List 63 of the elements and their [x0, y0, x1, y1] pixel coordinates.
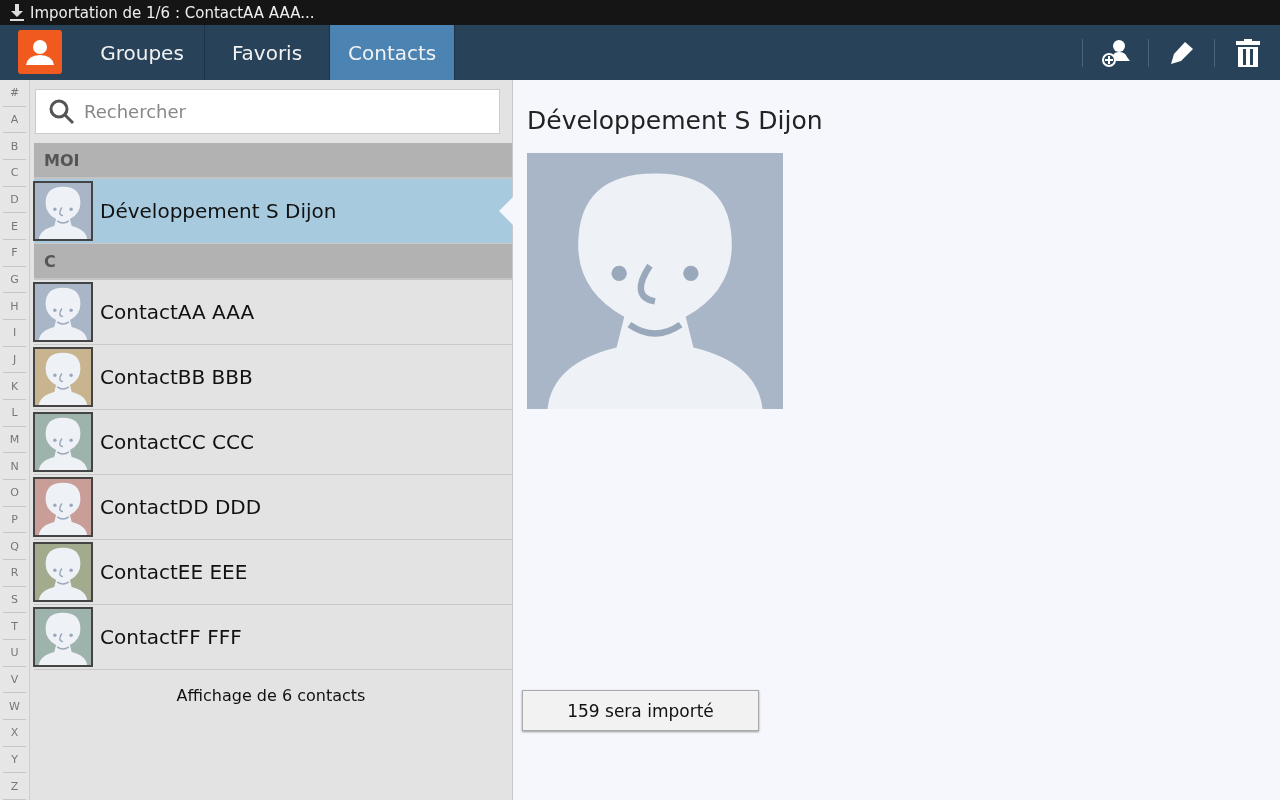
contact-name: ContactEE EEE [100, 560, 248, 584]
contact-title: Développement S Dijon [527, 106, 824, 135]
avatar-icon [34, 478, 92, 536]
contact-row[interactable]: ContactEE EEE [34, 540, 512, 605]
import-button[interactable]: 159 sera importé [522, 690, 759, 731]
index-letter[interactable]: I [3, 320, 26, 347]
contact-name: ContactCC CCC [100, 430, 254, 454]
avatar-icon [527, 153, 783, 409]
index-letter[interactable]: B [3, 133, 26, 160]
contact-row[interactable]: ContactDD DDD [34, 475, 512, 540]
index-letter[interactable]: E [3, 213, 26, 241]
index-letter[interactable]: L [3, 400, 26, 427]
avatar-icon [34, 348, 92, 406]
index-letter[interactable]: N [3, 453, 26, 481]
index-letter[interactable]: P [3, 506, 26, 534]
tab[interactable]: Contacts [330, 25, 455, 80]
contact-row[interactable]: ContactAA AAA [34, 280, 512, 345]
index-letter[interactable]: Y [3, 746, 26, 774]
contact-count: Affichage de 6 contacts [175, 685, 367, 705]
index-letter[interactable]: W [3, 693, 26, 721]
avatar-icon [34, 608, 92, 666]
index-letter[interactable]: K [3, 373, 26, 401]
index-letter[interactable]: O [3, 480, 26, 507]
index-letter[interactable]: S [3, 586, 26, 614]
index-letter[interactable]: Q [3, 533, 26, 561]
contact-name: ContactFF FFF [100, 625, 242, 649]
index-letter[interactable]: G [3, 266, 26, 294]
search-field[interactable]: Rechercher [35, 89, 500, 134]
index-letter[interactable]: U [3, 640, 26, 667]
index-letter[interactable]: # [3, 80, 26, 107]
index-letter[interactable]: D [3, 186, 26, 214]
section-header: C [34, 244, 512, 280]
contact-name: ContactAA AAA [100, 300, 255, 324]
contact-row[interactable]: ContactBB BBB [34, 345, 512, 410]
index-letter[interactable]: J [3, 346, 26, 374]
index-letter[interactable]: X [3, 720, 26, 747]
index-letter[interactable]: M [3, 426, 26, 454]
add-person-icon [1100, 38, 1131, 67]
trash-icon [1235, 38, 1260, 67]
index-letter[interactable]: R [3, 560, 26, 587]
index-letter[interactable]: T [3, 613, 26, 641]
avatar-icon [34, 543, 92, 601]
contact-name: Développement S Dijon [100, 199, 337, 223]
section-header: MOI [34, 143, 512, 179]
avatar-icon [34, 413, 92, 471]
pencil-icon [1168, 39, 1195, 66]
index-letter[interactable]: C [3, 160, 26, 187]
index-letter[interactable]: Z [3, 773, 26, 800]
notification-text: Importation de 1/6 : ContactAA AAA... [30, 3, 315, 22]
contact-row[interactable]: ContactCC CCC [34, 410, 512, 475]
contact-name: ContactDD DDD [100, 495, 262, 519]
download-icon [10, 4, 24, 21]
index-letter[interactable]: F [3, 240, 26, 267]
search-icon [49, 99, 75, 125]
index-letter[interactable]: V [3, 666, 26, 694]
contacts-app-icon[interactable] [18, 30, 62, 74]
contact-name: ContactBB BBB [100, 365, 253, 389]
contact-row[interactable]: ContactFF FFF [34, 605, 512, 670]
avatar-icon [34, 283, 92, 341]
index-letter[interactable]: H [3, 293, 26, 321]
index-letter[interactable]: A [3, 106, 26, 134]
contact-row[interactable]: Développement S Dijon [34, 179, 512, 244]
avatar-icon [34, 182, 92, 240]
